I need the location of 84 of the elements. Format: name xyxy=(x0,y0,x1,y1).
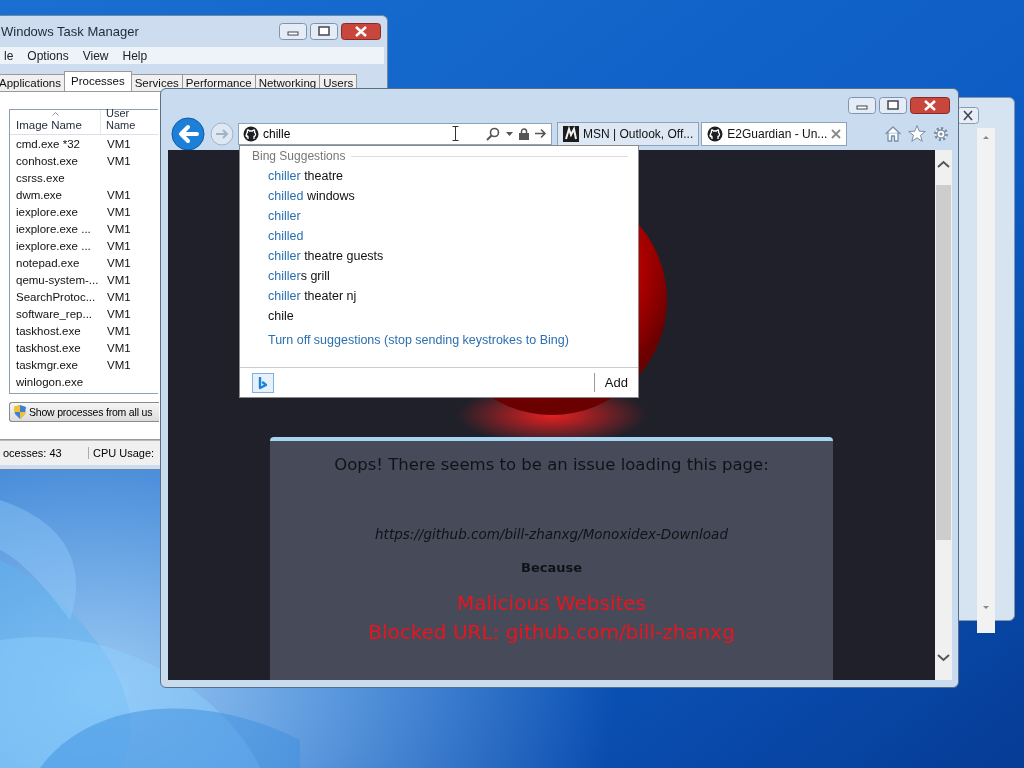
table-cell-text: VM1 xyxy=(106,273,132,286)
text-cursor-icon xyxy=(452,126,459,141)
status-text: CPU Usage: xyxy=(92,447,156,459)
table-cell-text: csrss.exe xyxy=(15,171,66,184)
site-icon xyxy=(707,125,724,142)
table-cell-text: VM1 xyxy=(106,137,132,150)
turn-off-suggestions-link[interactable]: Turn off suggestions (stop sending keystrokes to Bing) xyxy=(268,333,569,347)
table-cell-text: VM1 xyxy=(106,307,132,320)
table-cell-text: notepad.exe xyxy=(15,256,81,269)
settings-icon[interactable] xyxy=(932,124,950,143)
caret-icon[interactable] xyxy=(506,131,513,136)
address-bar[interactable]: chille xyxy=(238,122,552,145)
table-cell-text: iexplore.exe ... xyxy=(15,222,92,235)
arrow-icon[interactable] xyxy=(535,128,547,139)
back-button[interactable] xyxy=(171,116,205,151)
table-cell-text: VM1 xyxy=(106,188,132,201)
table-cell-text: VM1 xyxy=(106,324,132,337)
search-provider-button[interactable] xyxy=(252,372,274,393)
block-reason: Malicious Websites xyxy=(457,590,646,617)
block-reason: Blocked URL: github.com/bill-zhanxg xyxy=(368,619,735,646)
table-cell-text: iexplore.exe ... xyxy=(15,239,92,252)
table-cell-text: VM1 xyxy=(106,256,132,269)
table-cell-text: qemu-system-... xyxy=(15,273,100,286)
reason-label: Because xyxy=(521,560,582,575)
browser-tab[interactable]: MSN | Outlook, Off... xyxy=(557,121,700,146)
close-button[interactable] xyxy=(341,23,381,40)
site-icon xyxy=(243,125,259,142)
table-cell-text: winlogon.exe xyxy=(15,375,85,388)
table-cell-text: VM1 xyxy=(106,290,132,303)
suggestion-item[interactable]: chiller theater nj xyxy=(268,286,357,306)
table-cell-text: dwm.exe xyxy=(15,188,64,201)
tab[interactable]: Processes xyxy=(64,71,132,91)
close-button[interactable] xyxy=(957,107,979,124)
status-text: ocesses: 43 xyxy=(0,447,89,459)
suggestion-item[interactable]: chile xyxy=(268,306,294,326)
suggestion-item[interactable]: chiller theatre xyxy=(268,166,344,186)
table-cell-text: VM1 xyxy=(106,205,132,218)
blocked-url: https://github.com/bill-zhanxg/Monoxidex-Download xyxy=(375,526,728,542)
table-cell-text: VM1 xyxy=(106,358,132,371)
section-header: Bing Suggestions xyxy=(252,149,346,163)
menu-item[interactable]: Options xyxy=(20,48,76,63)
page-icon xyxy=(563,125,579,142)
sort-caret-icon xyxy=(52,112,59,116)
minimize-button[interactable] xyxy=(848,96,876,114)
table-cell-text: software_rep... xyxy=(15,307,94,320)
table-cell-text: VM1 xyxy=(106,154,132,167)
close-icon[interactable] xyxy=(831,128,842,139)
table-cell-text: conhost.exe xyxy=(15,154,79,167)
minimize-button[interactable] xyxy=(279,23,307,40)
suggestion-item[interactable]: chilled xyxy=(268,226,304,246)
suggestion-item[interactable]: chiller theatre guests xyxy=(268,246,384,266)
table-cell-text: cmd.exe *32 xyxy=(15,137,81,150)
browser-tab[interactable]: E2Guardian - Un... xyxy=(701,121,848,146)
menu-item[interactable]: View xyxy=(75,48,116,63)
lock-icon xyxy=(519,127,529,140)
table-cell-text: SearchProtoc... xyxy=(15,290,97,303)
address-text: chille xyxy=(263,126,292,141)
heading: Oops! There seems to be an issue loading this page: xyxy=(334,455,769,474)
add-button[interactable]: Add xyxy=(593,373,638,392)
table-cell-text: taskhost.exe xyxy=(15,324,82,337)
scrollbar[interactable] xyxy=(977,128,995,633)
star-icon[interactable] xyxy=(908,125,926,142)
home-icon[interactable] xyxy=(884,125,902,142)
close-button[interactable] xyxy=(910,96,950,114)
show-processes-button[interactable]: Show processes from all us xyxy=(9,402,159,422)
maximize-button[interactable] xyxy=(310,23,338,40)
menu-item[interactable]: le xyxy=(0,48,21,63)
suggestion-item[interactable]: chillers grill xyxy=(268,266,330,286)
suggestion-item[interactable]: chilled windows xyxy=(268,186,355,206)
column-header[interactable]: Image Name xyxy=(10,110,101,134)
table-cell-text: VM1 xyxy=(106,239,132,252)
table-cell-text: iexplore.exe xyxy=(15,205,79,218)
table-cell-text: taskmgr.exe xyxy=(15,358,79,371)
table-cell-text: taskhost.exe xyxy=(15,341,82,354)
window-title: Windows Task Manager xyxy=(0,24,140,39)
search-icon[interactable] xyxy=(486,126,500,141)
column-header[interactable]: User Name xyxy=(101,110,156,134)
table-cell-text: VM1 xyxy=(106,222,132,235)
shield-icon xyxy=(12,404,28,420)
table-cell-text: VM1 xyxy=(106,341,132,354)
suggestion-item[interactable]: chiller xyxy=(268,206,301,226)
menu-item[interactable]: Help xyxy=(115,48,155,63)
maximize-button[interactable] xyxy=(879,96,907,114)
scrollbar[interactable] xyxy=(935,150,952,680)
